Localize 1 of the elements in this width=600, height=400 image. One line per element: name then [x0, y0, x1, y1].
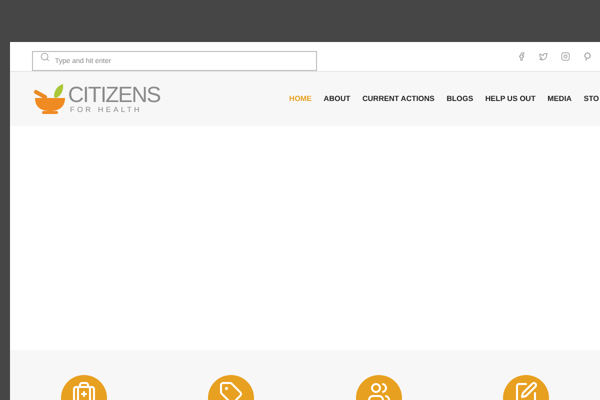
logo-title: CITIZENS: [68, 84, 160, 106]
